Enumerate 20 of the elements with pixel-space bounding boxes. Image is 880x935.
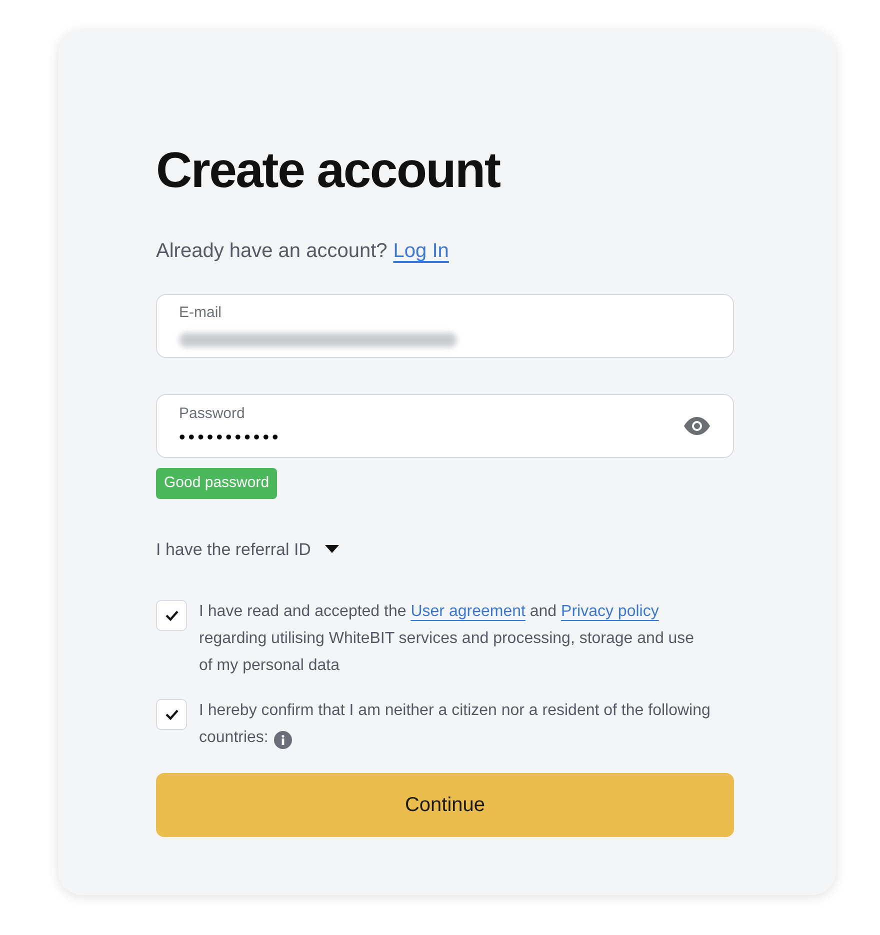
password-field[interactable]: Password ••••••••••• bbox=[156, 394, 734, 458]
continue-button[interactable]: Continue bbox=[156, 773, 734, 837]
check-icon bbox=[164, 709, 178, 720]
referral-toggle[interactable]: I have the referral ID bbox=[156, 536, 339, 562]
eye-icon[interactable] bbox=[683, 417, 711, 435]
page-title: Create account bbox=[156, 141, 502, 200]
field-label: Password bbox=[179, 404, 246, 424]
login-link[interactable]: Log In bbox=[393, 236, 449, 266]
email-field[interactable]: E-mail bbox=[156, 294, 734, 358]
info-icon[interactable] bbox=[274, 731, 292, 749]
login-prompt: Already have an account? bbox=[156, 239, 388, 264]
password-strength-badge: Good password bbox=[156, 468, 278, 498]
checkbox[interactable] bbox=[156, 699, 187, 730]
checkbox[interactable] bbox=[156, 600, 187, 631]
check-icon bbox=[164, 610, 178, 621]
agreement-link[interactable]: User agreement bbox=[410, 603, 526, 620]
agreement-text: I hereby confirm that I am neither a citizen nor a resident of the following countries: bbox=[199, 697, 729, 751]
agreement-link[interactable]: Privacy policy bbox=[561, 603, 659, 620]
agreement-text: I have read and accepted the User agreement and Privacy policy regarding utilising WhiteBIT services and processing, storage and use of my personal data bbox=[199, 602, 696, 676]
password-value: ••••••••••• bbox=[179, 426, 282, 450]
